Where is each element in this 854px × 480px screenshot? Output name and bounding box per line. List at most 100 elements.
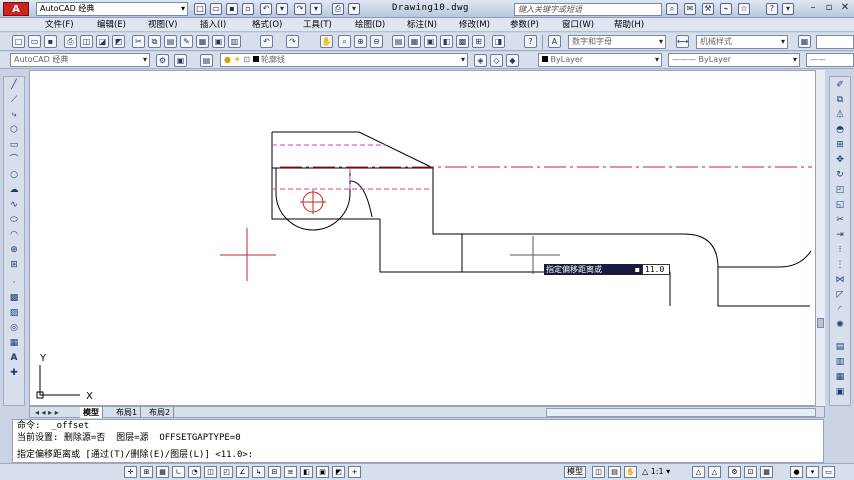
qnew-icon[interactable]: □: [12, 35, 25, 48]
ellipse-arc-icon[interactable]: ◠: [7, 229, 21, 242]
text-order-icon[interactable]: ▥: [833, 356, 847, 369]
publish-icon[interactable]: ◪: [96, 35, 109, 48]
quick-properties-icon[interactable]: ▣: [316, 466, 329, 478]
extend-icon[interactable]: ⇥: [833, 229, 847, 242]
save-icon[interactable]: ▪: [226, 3, 238, 15]
make-block-icon[interactable]: ⊞: [7, 259, 21, 272]
clean-screen-icon[interactable]: ▭: [822, 466, 835, 478]
calculator-icon[interactable]: ⊞: [472, 35, 485, 48]
hatch-order-icon[interactable]: ▦: [833, 371, 847, 384]
explode-icon[interactable]: ✺: [833, 319, 847, 332]
tab-model[interactable]: 模型: [80, 407, 103, 418]
zoom-window-icon[interactable]: ⊕: [354, 35, 367, 48]
command-window[interactable]: 命令: _offset 当前设置: 删除源=否 图层=源 OFFSETGAPTY…: [12, 419, 824, 463]
snap-mode-icon[interactable]: ⊞: [140, 466, 153, 478]
osnap-tracking-icon[interactable]: ∠: [236, 466, 249, 478]
layer-previous-icon[interactable]: ◇: [490, 54, 503, 67]
sheet-set-icon[interactable]: ▣: [424, 35, 437, 48]
array-icon[interactable]: ⊞: [833, 139, 847, 152]
plot-dropdown-icon[interactable]: ▾: [348, 3, 360, 15]
horizontal-scrollbar[interactable]: [546, 408, 816, 417]
drawing-canvas[interactable]: Y X: [29, 70, 825, 406]
dim-style-icon[interactable]: ⟷: [676, 35, 689, 48]
isolate-objects-icon[interactable]: ●: [790, 466, 803, 478]
region-icon[interactable]: ◎: [7, 322, 21, 335]
stretch-icon[interactable]: ◱: [833, 199, 847, 212]
paste-icon[interactable]: ▤: [164, 35, 177, 48]
3d-osnap-icon[interactable]: ◰: [220, 466, 233, 478]
construction-line-icon[interactable]: ⟋: [7, 94, 21, 107]
line-icon[interactable]: ╱: [7, 79, 21, 92]
quickcalc-icon[interactable]: ▩: [456, 35, 469, 48]
minimize-button[interactable]: –: [806, 2, 820, 15]
chamfer-icon[interactable]: ◸: [833, 289, 847, 302]
design-center2-icon[interactable]: ▦: [408, 35, 421, 48]
dynamic-ucs-icon[interactable]: ↳: [252, 466, 265, 478]
infer-constraints-icon[interactable]: ✛: [124, 466, 137, 478]
text-style-icon[interactable]: A: [548, 35, 561, 48]
save-icon[interactable]: ▪: [44, 35, 57, 48]
open-file-icon[interactable]: ▭: [210, 3, 222, 15]
insert-block-icon[interactable]: ⊕: [7, 244, 21, 257]
matchprop-icon[interactable]: ✎: [180, 35, 193, 48]
scale-icon[interactable]: ◰: [833, 184, 847, 197]
hardware-acceleration-icon[interactable]: ▦: [760, 466, 773, 478]
plot-icon[interactable]: ⎙: [332, 3, 344, 15]
tab-layout2[interactable]: 布局2: [146, 407, 175, 418]
new-file-icon[interactable]: □: [194, 3, 206, 15]
undo-dropdown-icon[interactable]: ▾: [276, 3, 288, 15]
vertical-scrollbar[interactable]: [815, 70, 825, 406]
copy-object-icon[interactable]: ⧉: [833, 94, 847, 107]
redo-dropdown-icon[interactable]: ▾: [310, 3, 322, 15]
menu-tools[interactable]: 工具(T): [303, 19, 332, 31]
mtext-icon[interactable]: A: [7, 352, 21, 365]
color-combo[interactable]: ByLayer ▾: [538, 53, 662, 67]
scroll-thumb[interactable]: [817, 318, 824, 328]
table-style-icon[interactable]: ▦: [798, 35, 811, 48]
layer-combo[interactable]: ● ☀ ⊡ 轮廓线 ▾: [220, 53, 468, 67]
status-menu-icon[interactable]: ▾: [806, 466, 819, 478]
favorites-icon[interactable]: ☆: [738, 3, 750, 15]
auto-scale-icon[interactable]: △: [708, 466, 721, 478]
3d-print-icon[interactable]: ◩: [112, 35, 125, 48]
app-menu-button[interactable]: A: [3, 2, 29, 16]
quick-view-layouts-icon[interactable]: ◫: [592, 466, 605, 478]
arc-icon[interactable]: ⌒: [7, 154, 21, 167]
annotation-scale[interactable]: △ 1:1 ▾: [642, 467, 670, 476]
layer-state-icon[interactable]: ◆: [506, 54, 519, 67]
saveas-icon[interactable]: ▫: [242, 3, 254, 15]
circle-icon[interactable]: ○: [7, 169, 21, 182]
zoom-previous-icon[interactable]: ⊖: [370, 35, 383, 48]
hatch-icon[interactable]: ▩: [7, 292, 21, 305]
copy-icon[interactable]: ⧉: [148, 35, 161, 48]
gradient-icon[interactable]: ▨: [7, 307, 21, 320]
add-selected-icon[interactable]: ✚: [7, 367, 21, 380]
zoom-realtime-icon[interactable]: ⌕: [338, 35, 351, 48]
search-icon[interactable]: ⌕: [666, 3, 678, 15]
break-icon[interactable]: ⋮: [833, 259, 847, 272]
polar-tracking-icon[interactable]: ◔: [188, 466, 201, 478]
menu-draw[interactable]: 绘图(D): [355, 19, 385, 31]
redo-icon[interactable]: ↷: [286, 35, 299, 48]
mirror-icon[interactable]: ⏃: [833, 109, 847, 122]
undo-icon[interactable]: ↶: [260, 3, 272, 15]
fillet-icon[interactable]: ◜: [833, 304, 847, 317]
lock-ui-icon[interactable]: ⊡: [744, 466, 757, 478]
table-icon[interactable]: ▦: [7, 337, 21, 350]
layer-properties-icon[interactable]: ▤: [200, 54, 213, 67]
redo-icon[interactable]: ↷: [294, 3, 306, 15]
point-icon[interactable]: ·: [7, 277, 21, 290]
menu-parametric[interactable]: 参数(P): [510, 19, 539, 31]
polyline-icon[interactable]: ⤷: [7, 109, 21, 122]
workspace-switch-icon[interactable]: ⚙: [728, 466, 741, 478]
plot-icon[interactable]: ⎙: [64, 35, 77, 48]
menu-modify[interactable]: 修改(M): [459, 19, 490, 31]
erase-icon[interactable]: ✐: [833, 79, 847, 92]
menu-dimension[interactable]: 标注(N): [407, 19, 437, 31]
maximize-button[interactable]: ▫: [822, 2, 836, 15]
menu-format[interactable]: 格式(O): [252, 19, 282, 31]
annotation-visibility-icon[interactable]: △: [692, 466, 705, 478]
rectangle-icon[interactable]: ▭: [7, 139, 21, 152]
workspace-combo[interactable]: AutoCAD 经典 ▾: [10, 53, 150, 67]
text-style-combo[interactable]: 数字和字母 ▾: [568, 35, 666, 49]
